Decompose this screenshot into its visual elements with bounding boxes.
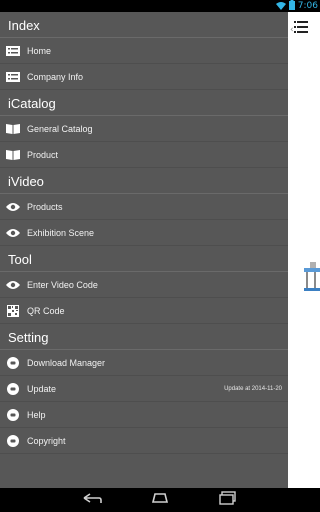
recent-apps-icon xyxy=(219,490,237,510)
main-content: ‹ xyxy=(288,12,320,488)
menu-item-update[interactable]: Update Update at 2014-11-20 xyxy=(0,376,288,402)
menu-item-copyright[interactable]: Copyright xyxy=(0,428,288,454)
menu-item-products[interactable]: Products xyxy=(0,194,288,220)
menu-item-label: Help xyxy=(27,409,46,420)
menu-item-enter-video-code[interactable]: Enter Video Code xyxy=(0,272,288,298)
menu-item-label: Product xyxy=(27,149,59,160)
menu-item-label: Copyright xyxy=(27,435,66,446)
menu-item-home[interactable]: Home xyxy=(0,38,288,64)
eye-icon xyxy=(6,201,20,213)
book-icon xyxy=(6,123,20,135)
menu-section: Tool Enter Video Code QR Code xyxy=(0,246,288,324)
menu-section: iCatalog General Catalog Product xyxy=(0,90,288,168)
menu-section: Index Home Company Info xyxy=(0,12,288,90)
menu-item-label: Home xyxy=(27,45,52,56)
menu-item-label: General Catalog xyxy=(27,123,93,134)
circle-icon xyxy=(6,408,20,421)
menu-item-label: Exhibition Scene xyxy=(27,227,95,238)
menu-icon xyxy=(293,20,308,39)
eye-icon xyxy=(6,279,20,291)
circle-icon xyxy=(6,356,20,369)
recent-apps-button[interactable] xyxy=(216,490,240,510)
update-date-text: Update at 2014-11-20 xyxy=(224,385,282,392)
menu-item-download-manager[interactable]: Download Manager xyxy=(0,350,288,376)
home-icon xyxy=(150,491,170,509)
system-nav-bar xyxy=(0,488,320,512)
section-header-index: Index xyxy=(0,12,288,38)
menu-item-label: Company Info xyxy=(27,71,84,82)
product-thumbnail xyxy=(302,262,320,303)
menu-item-label: Download Manager xyxy=(27,357,106,368)
back-button[interactable] xyxy=(80,491,104,509)
menu-item-product[interactable]: Product xyxy=(0,142,288,168)
menu-section: Setting Download Manager Update Update a… xyxy=(0,324,288,454)
qr-code-icon xyxy=(6,304,20,317)
back-icon xyxy=(82,491,102,509)
menu-item-label: Update xyxy=(27,383,57,394)
navigation-drawer: Index Home Company Info iCatalog General… xyxy=(0,12,288,488)
circle-icon xyxy=(6,382,20,395)
section-header-tool: Tool xyxy=(0,246,288,272)
book-icon xyxy=(6,149,20,161)
status-time: 7:06 xyxy=(297,1,318,11)
menu-item-label: Products xyxy=(27,201,63,212)
drawer-toggle[interactable]: ‹ xyxy=(290,20,308,39)
section-header-ivideo: iVideo xyxy=(0,168,288,194)
menu-item-general-catalog[interactable]: General Catalog xyxy=(0,116,288,142)
circle-icon xyxy=(6,434,20,447)
menu-item-label: QR Code xyxy=(27,305,65,316)
status-right: 7:06 xyxy=(275,0,318,12)
menu-item-label: Enter Video Code xyxy=(27,279,98,290)
menu-item-help[interactable]: Help xyxy=(0,402,288,428)
menu-item-exhibition-scene[interactable]: Exhibition Scene xyxy=(0,220,288,246)
section-header-icatalog: iCatalog xyxy=(0,90,288,116)
status-bar: 7:06 xyxy=(0,0,320,12)
list-icon xyxy=(6,71,20,83)
menu-section: iVideo Products Exhibition Scene xyxy=(0,168,288,246)
section-header-setting: Setting xyxy=(0,324,288,350)
list-icon xyxy=(6,45,20,57)
menu-item-qr-code[interactable]: QR Code xyxy=(0,298,288,324)
menu-item-company-info[interactable]: Company Info xyxy=(0,64,288,90)
eye-icon xyxy=(6,227,20,239)
home-button[interactable] xyxy=(148,491,172,509)
